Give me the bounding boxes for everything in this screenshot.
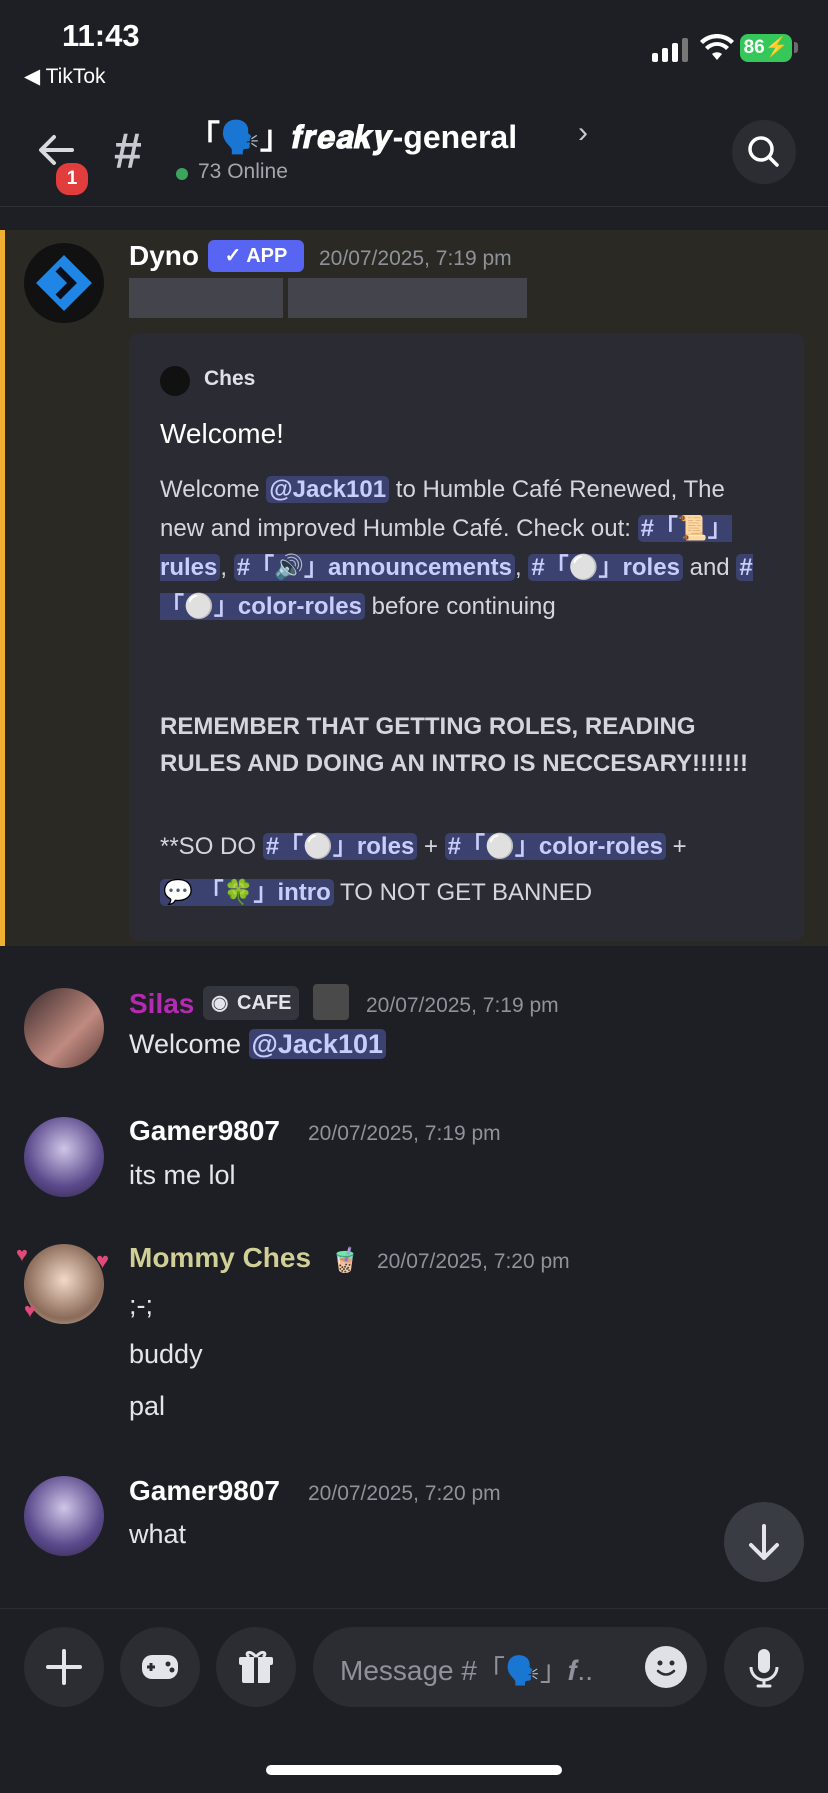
channel-link-announcements[interactable]: #「🔊」announcements xyxy=(233,554,515,581)
app-badge: ✓ APP xyxy=(208,240,304,272)
user-mention[interactable]: @Jack101 xyxy=(248,1029,386,1059)
clock: 11:43 xyxy=(62,18,140,53)
chevron-right-icon[interactable]: › xyxy=(578,116,588,150)
forum-icon: 💬 xyxy=(163,879,193,906)
spoiler-block[interactable] xyxy=(288,278,527,318)
author-name[interactable]: Gamer9807 xyxy=(129,1115,280,1147)
search-button[interactable] xyxy=(732,120,796,184)
online-count: 73 Online xyxy=(198,160,288,183)
embed-author-avatar xyxy=(160,366,190,396)
author-name[interactable]: Gamer9807 xyxy=(129,1475,280,1507)
add-attachment-button[interactable] xyxy=(24,1627,104,1707)
back-to-app-link[interactable]: ◀ TikTok xyxy=(24,64,106,89)
role-icon-image xyxy=(313,984,349,1020)
message-text: pal xyxy=(129,1391,166,1421)
timestamp: 20/07/2025, 7:19 pm xyxy=(366,994,559,1017)
coffee-emoji-icon: 🧋 xyxy=(330,1247,360,1274)
message-placeholder: Message #「🗣️」𝒇.. xyxy=(340,1655,593,1686)
gamer-avatar[interactable] xyxy=(24,1476,104,1556)
embed-author[interactable]: Ches xyxy=(204,367,255,391)
ches-avatar[interactable] xyxy=(24,1244,104,1324)
microphone-icon xyxy=(749,1649,779,1688)
message-text: what xyxy=(129,1519,187,1549)
gift-icon xyxy=(239,1650,273,1683)
author-name[interactable]: Silas xyxy=(129,988,194,1020)
message-text: its me lol xyxy=(129,1160,236,1190)
timestamp: 20/07/2025, 7:20 pm xyxy=(377,1250,570,1273)
embed-title: Welcome! xyxy=(160,418,284,449)
dyno-logo-icon xyxy=(36,255,92,311)
channel-title[interactable]: 「🗣️」𝒇𝒓𝒆𝒂𝒌𝒚-general xyxy=(188,112,517,158)
gamer-avatar[interactable] xyxy=(24,1117,104,1197)
embed-instructions-end: 💬 「🍀」intro TO NOT GET BANNED xyxy=(160,872,592,907)
online-dot xyxy=(176,168,188,180)
unread-badge: 1 xyxy=(53,160,91,198)
status-bar: 11:43 ◀ TikTok 86⚡ xyxy=(0,0,828,90)
wifi-icon xyxy=(700,34,734,60)
heart-decoration-icon: ♥ xyxy=(96,1248,110,1273)
emoji-icon[interactable] xyxy=(645,1646,687,1688)
timestamp: 20/07/2025, 7:19 pm xyxy=(308,1122,501,1145)
user-mention[interactable]: @Jack101 xyxy=(266,476,390,503)
channel-header: 1 # 「🗣️」𝒇𝒓𝒆𝒂𝒌𝒚-general › 73 Online xyxy=(0,90,828,207)
dyno-avatar[interactable] xyxy=(24,243,104,323)
embed-body: Welcome @Jack101 to Humble Café Renewed,… xyxy=(160,476,753,620)
search-icon xyxy=(748,136,779,167)
scroll-to-bottom-button[interactable] xyxy=(724,1502,804,1582)
battery-tip xyxy=(794,42,798,53)
spoiler-block[interactable] xyxy=(129,278,283,318)
coffee-role-icon: ◉ xyxy=(211,992,229,1014)
home-indicator xyxy=(266,1765,562,1775)
channel-link-color-roles[interactable]: #「⚪」color-roles xyxy=(444,833,666,860)
channel-hash-icon: # xyxy=(114,123,142,179)
channel-link-roles[interactable]: #「⚪」roles xyxy=(262,833,418,860)
role-tag: ◉ CAFE xyxy=(203,986,300,1020)
arrow-down-icon xyxy=(749,1524,779,1560)
charging-bolt-icon: ⚡ xyxy=(764,37,789,58)
silas-avatar[interactable] xyxy=(24,988,104,1068)
embed-instructions: **SO DO #「⚪」roles + #「⚪」color-roles + xyxy=(160,833,687,860)
gamepad-icon xyxy=(142,1655,178,1679)
message-text: Welcome @Jack101 xyxy=(129,1029,386,1060)
gift-button[interactable] xyxy=(216,1627,296,1707)
author-name[interactable]: Dyno xyxy=(129,240,199,272)
message-text: ;-; xyxy=(129,1290,153,1320)
channel-link-intro[interactable]: 💬 「🍀」intro xyxy=(160,879,334,906)
heart-decoration-icon: ♥ xyxy=(24,1300,36,1322)
message-text: buddy xyxy=(129,1339,203,1369)
plus-icon xyxy=(46,1649,82,1685)
embed-warning: REMEMBER THAT GETTING ROLES, READING RUL… xyxy=(160,713,748,777)
activities-button[interactable] xyxy=(120,1627,200,1707)
battery-indicator: 86⚡ xyxy=(740,34,792,62)
signal-icon xyxy=(652,38,690,62)
timestamp: 20/07/2025, 7:19 pm xyxy=(319,247,512,270)
voice-message-button[interactable] xyxy=(724,1627,804,1707)
timestamp: 20/07/2025, 7:20 pm xyxy=(308,1482,501,1505)
heart-decoration-icon: ♥ xyxy=(16,1244,28,1266)
channel-link-roles[interactable]: #「⚪」roles xyxy=(528,554,683,581)
author-name[interactable]: Mommy Ches xyxy=(129,1242,311,1274)
